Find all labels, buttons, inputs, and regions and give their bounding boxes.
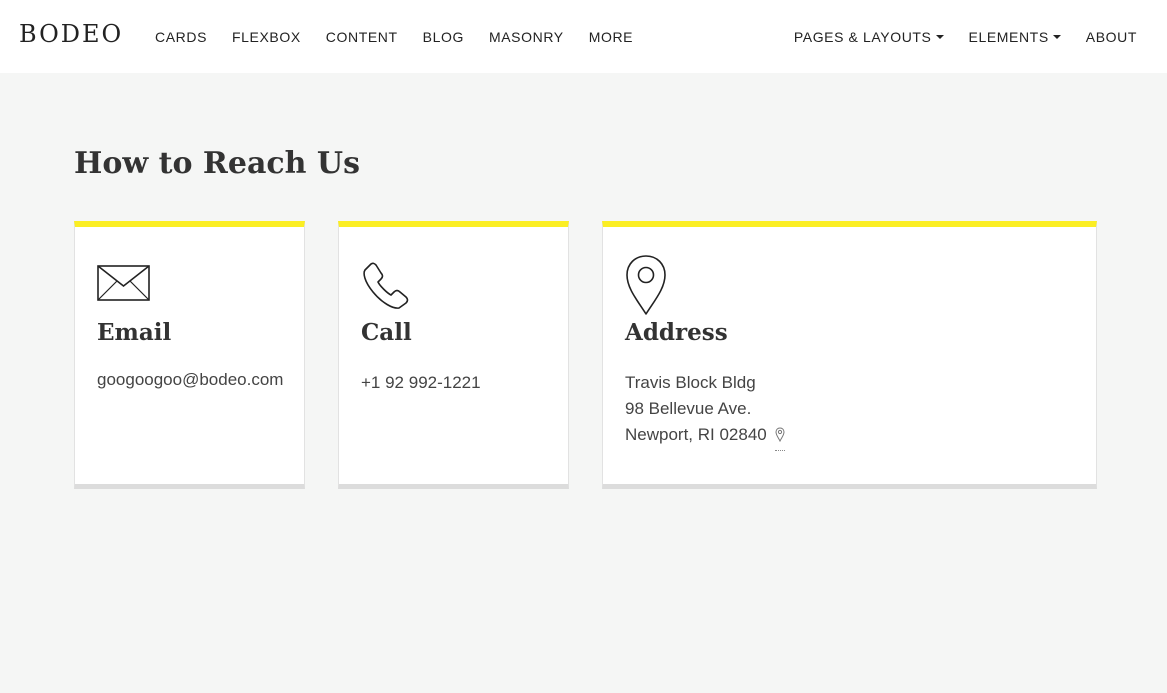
nav-about-label: ABOUT (1085, 28, 1137, 45)
nav-more[interactable]: MORE (589, 29, 633, 45)
nav-pages-layouts-label: PAGES & LAYOUTS (793, 28, 932, 45)
nav-about[interactable]: ABOUT (1086, 29, 1137, 45)
map-pin-icon (625, 254, 667, 321)
nav-pages-layouts-dropdown[interactable]: PAGES & LAYOUTS (794, 29, 944, 45)
nav-blog[interactable]: BLOG (423, 29, 464, 45)
caret-down-icon (935, 34, 944, 39)
nav-primary: CARDS FLEXBOX CONTENT BLOG MASONRY MORE (155, 0, 658, 73)
phone-number[interactable]: +1 92 992-1221 (361, 370, 481, 396)
nav-masonry[interactable]: MASONRY (489, 29, 564, 45)
email-heading: Email (97, 319, 172, 346)
map-link-icon[interactable] (775, 424, 786, 451)
address-line-2: 98 Bellevue Ave. (625, 399, 752, 418)
navbar: BODEO CARDS FLEXBOX CONTENT BLOG MASONRY… (0, 0, 1167, 73)
address-block: Travis Block Bldg 98 Bellevue Ave. Newpo… (625, 370, 786, 451)
page-title: How to Reach Us (74, 146, 360, 181)
nav-flexbox[interactable]: FLEXBOX (232, 29, 301, 45)
nav-elements-dropdown[interactable]: ELEMENTS (969, 29, 1061, 45)
nav-elements-label: ELEMENTS (968, 28, 1049, 45)
call-heading: Call (361, 319, 412, 346)
nav-secondary: PAGES & LAYOUTS ELEMENTS ABOUT (794, 0, 1137, 73)
address-card: Address Travis Block Bldg 98 Bellevue Av… (602, 221, 1097, 489)
address-line-3: Newport, RI 02840 (625, 422, 786, 451)
email-address[interactable]: googoogoo@bodeo.com (97, 367, 283, 393)
address-line-1: Travis Block Bldg (625, 373, 756, 392)
nav-cards[interactable]: CARDS (155, 29, 207, 45)
phone-icon (361, 261, 413, 318)
address-line-3-text: Newport, RI 02840 (625, 425, 767, 444)
envelope-icon (97, 265, 151, 308)
address-heading: Address (625, 319, 728, 346)
caret-down-icon (1052, 34, 1061, 39)
call-card: Call +1 92 992-1221 (338, 221, 569, 489)
email-card: Email googoogoo@bodeo.com (74, 221, 305, 489)
nav-content[interactable]: CONTENT (326, 29, 398, 45)
brand-logo[interactable]: BODEO (19, 20, 123, 48)
